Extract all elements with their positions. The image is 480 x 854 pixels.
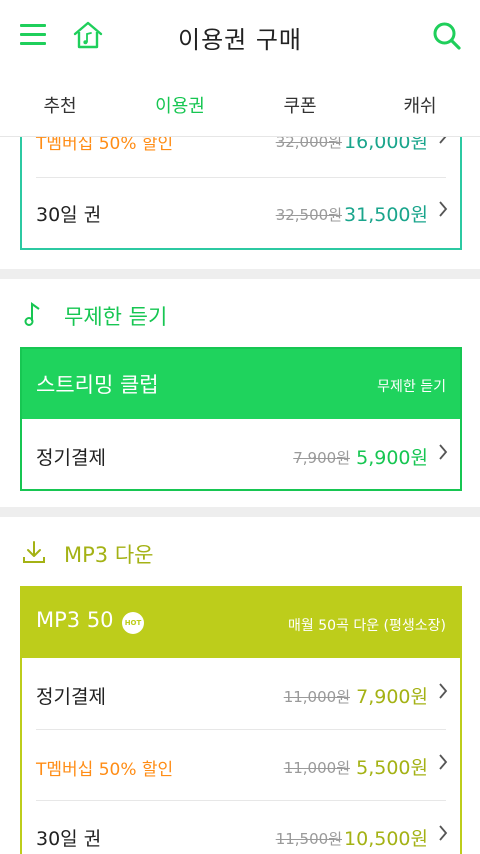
sale-price: 16,000원 xyxy=(344,137,428,153)
original-price: 11,500원 xyxy=(275,830,342,848)
pass-row-label: T멤버십 50% 할인 xyxy=(36,760,174,780)
download-icon xyxy=(23,541,45,563)
chevron-right-icon xyxy=(439,444,448,460)
pass-row-label: 정기결제 xyxy=(36,447,106,469)
banner-subtitle: 매월 50곡 다운 (평생소장) xyxy=(287,618,446,634)
pass-row-label: T멤버십 50% 할인 xyxy=(36,137,174,154)
sale-price: 5,900원 xyxy=(356,447,428,469)
original-price: 11,000원 xyxy=(283,688,350,706)
original-price: 32,000원 xyxy=(275,137,342,151)
top-app-bar: 이용권 구매 xyxy=(0,0,480,70)
scroll-content[interactable]: T멤버십 50% 할인 32,000원 16,000원 30일 권 32,500… xyxy=(0,137,480,854)
pass-row-label: 정기결제 xyxy=(36,686,106,708)
tab-pass[interactable]: 이용권 xyxy=(120,92,240,118)
pass-row-tmembership[interactable]: T멤버십 50% 할인 11,000원 5,500원 xyxy=(22,729,460,799)
sale-price: 5,500원 xyxy=(356,757,428,779)
pass-row-30day[interactable]: 30일 권 11,500원 10,500원 xyxy=(22,800,460,854)
pass-row-subscription[interactable]: 정기결제 7,900원 5,900원 xyxy=(22,419,460,489)
card-banner: 스트리밍 클럽 무제한 듣기 xyxy=(22,349,460,419)
original-price: 7,900원 xyxy=(293,449,350,467)
banner-title: MP3 50 xyxy=(36,608,114,632)
section-title: MP3 다운 xyxy=(64,543,154,567)
section-header-streaming: 무제한 듣기 xyxy=(0,279,480,349)
section-header-mp3: MP3 다운 xyxy=(0,517,480,587)
page-title: 이용권 구매 xyxy=(177,26,303,54)
pass-row-30day[interactable]: 30일 권 32,500원 31,500원 xyxy=(22,176,460,246)
pass-row-subscription[interactable]: 정기결제 11,000원 7,900원 xyxy=(22,658,460,728)
search-icon[interactable] xyxy=(432,21,462,51)
banner-title: 스트리밍 클럽 xyxy=(36,373,159,397)
tab-cash[interactable]: 캐쉬 xyxy=(360,92,480,118)
section-title: 무제한 듣기 xyxy=(64,305,168,329)
chevron-right-icon xyxy=(439,137,447,144)
chevron-right-icon xyxy=(439,754,448,770)
banner-subtitle: 무제한 듣기 xyxy=(377,379,446,395)
pass-row-tmembership[interactable]: T멤버십 50% 할인 32,000원 16,000원 xyxy=(22,137,460,173)
tab-recommend[interactable]: 추천 xyxy=(0,92,120,118)
pass-row-label: 30일 권 xyxy=(36,828,102,850)
chevron-right-icon xyxy=(439,825,448,841)
mp3-50-card: MP3 50 HOT 매월 50곡 다운 (평생소장) 정기결제 11,000원… xyxy=(20,586,462,854)
tab-coupon[interactable]: 쿠폰 xyxy=(240,92,360,118)
original-price: 11,000원 xyxy=(283,759,350,777)
sale-price: 10,500원 xyxy=(344,828,428,850)
pass-row-label: 30일 권 xyxy=(36,204,102,226)
sale-price: 31,500원 xyxy=(344,204,428,226)
card-banner: MP3 50 HOT 매월 50곡 다운 (평생소장) xyxy=(22,588,460,658)
section-gap xyxy=(0,269,480,279)
music-note-icon xyxy=(24,302,40,326)
sale-price: 7,900원 xyxy=(356,686,428,708)
original-price: 32,500원 xyxy=(275,206,342,224)
hot-badge: HOT xyxy=(122,612,144,634)
pass-card-top: T멤버십 50% 할인 32,000원 16,000원 30일 권 32,500… xyxy=(20,137,462,250)
streaming-club-card: 스트리밍 클럽 무제한 듣기 정기결제 7,900원 5,900원 xyxy=(20,347,462,491)
chevron-right-icon xyxy=(439,683,448,699)
section-gap xyxy=(0,507,480,517)
tab-bar: 추천 이용권 쿠폰 캐쉬 xyxy=(0,70,480,137)
chevron-right-icon xyxy=(439,201,448,217)
